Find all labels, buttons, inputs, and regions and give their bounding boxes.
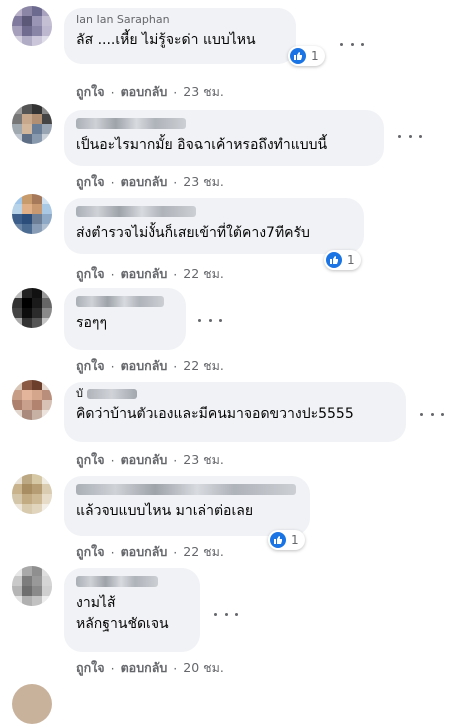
comment-actions: ถูกใจ · ตอบกลับ · 23 ชม. bbox=[76, 82, 224, 102]
like-thumb-icon bbox=[270, 532, 286, 548]
more-options-icon[interactable] bbox=[214, 606, 238, 622]
timestamp[interactable]: 22 ชม. bbox=[183, 356, 224, 376]
avatar[interactable] bbox=[12, 684, 52, 724]
timestamp[interactable]: 23 ชม. bbox=[183, 172, 224, 192]
reply-link[interactable]: ตอบกลับ bbox=[121, 542, 168, 562]
comment-text: คิดว่าบ้านตัวเองและมีคนมาจอดขวางปะ5555 bbox=[76, 406, 354, 422]
comment-actions: ถูกใจ · ตอบกลับ · 23 ชม. bbox=[76, 450, 224, 470]
commenter-name[interactable] bbox=[76, 576, 158, 587]
comment-bubble: เป็นอะไรมากมั้ย อิจฉาเค้าหรอถึงทำแบบนี้ bbox=[64, 110, 384, 166]
reply-link[interactable]: ตอบกลับ bbox=[121, 658, 168, 678]
comment-bubble: บั คิดว่าบ้านตัวเองและมีคนมาจอดขวางปะ555… bbox=[64, 382, 406, 442]
timestamp[interactable]: 22 ชม. bbox=[183, 264, 224, 284]
comment-text: ส่งตำรวจไม่งั้นก็เสยเข้าที่ใต้คาง7ทีครับ bbox=[76, 225, 310, 241]
comment-text: ลัส ....เหี้ย ไม่รู้จะด่า แบบไหน bbox=[76, 32, 256, 48]
comment-text: รอๆๆ bbox=[76, 315, 107, 331]
comment-actions: ถูกใจ · ตอบกลับ · 22 ชม. bbox=[76, 542, 224, 562]
like-link[interactable]: ถูกใจ bbox=[76, 356, 105, 376]
commenter-name[interactable] bbox=[76, 296, 164, 307]
avatar[interactable] bbox=[12, 194, 52, 234]
timestamp[interactable]: 22 ชม. bbox=[183, 542, 224, 562]
comment-bubble: Ian Ian Saraphan ลัส ....เหี้ย ไม่รู้จะด… bbox=[64, 8, 296, 64]
reply-link[interactable]: ตอบกลับ bbox=[121, 264, 168, 284]
more-options-icon[interactable] bbox=[340, 36, 364, 52]
comment-bubble: งามไส้ หลักฐานชัดเจน bbox=[64, 568, 200, 652]
reply-link[interactable]: ตอบกลับ bbox=[121, 450, 168, 470]
like-link[interactable]: ถูกใจ bbox=[76, 542, 105, 562]
like-link[interactable]: ถูกใจ bbox=[76, 450, 105, 470]
avatar[interactable] bbox=[12, 380, 52, 420]
comment-actions: ถูกใจ · ตอบกลับ · 22 ชม. bbox=[76, 264, 224, 284]
reply-link[interactable]: ตอบกลับ bbox=[121, 356, 168, 376]
avatar[interactable] bbox=[12, 566, 52, 606]
like-link[interactable]: ถูกใจ bbox=[76, 264, 105, 284]
comment-bubble: แล้วจบแบบไหน มาเล่าต่อเลย bbox=[64, 476, 310, 536]
comment-text: งามไส้ หลักฐานชัดเจน bbox=[76, 595, 169, 632]
like-link[interactable]: ถูกใจ bbox=[76, 658, 105, 678]
commenter-name[interactable] bbox=[76, 206, 196, 217]
more-options-icon[interactable] bbox=[198, 312, 222, 328]
comment-actions: ถูกใจ · ตอบกลับ · 23 ชม. bbox=[76, 172, 224, 192]
comment-bubble: รอๆๆ bbox=[64, 288, 186, 350]
timestamp[interactable]: 23 ชม. bbox=[183, 450, 224, 470]
commenter-name[interactable] bbox=[76, 118, 186, 129]
like-link[interactable]: ถูกใจ bbox=[76, 82, 105, 102]
like-link[interactable]: ถูกใจ bbox=[76, 172, 105, 192]
comment-actions: ถูกใจ · ตอบกลับ · 22 ชม. bbox=[76, 356, 224, 376]
commenter-name[interactable]: บั bbox=[76, 388, 394, 400]
comment-bubble: ส่งตำรวจไม่งั้นก็เสยเข้าที่ใต้คาง7ทีครับ bbox=[64, 198, 364, 254]
timestamp[interactable]: 20 ชม. bbox=[183, 658, 224, 678]
commenter-name[interactable]: Ian Ian Saraphan bbox=[76, 14, 284, 26]
comment-actions: ถูกใจ · ตอบกลับ · 20 ชม. bbox=[76, 658, 224, 678]
like-thumb-icon bbox=[326, 252, 342, 268]
reaction-count[interactable]: 1 bbox=[268, 530, 305, 550]
avatar[interactable] bbox=[12, 288, 52, 328]
timestamp[interactable]: 23 ชม. bbox=[183, 82, 224, 102]
reply-link[interactable]: ตอบกลับ bbox=[121, 172, 168, 192]
more-options-icon[interactable] bbox=[420, 406, 444, 422]
comment-text: เป็นอะไรมากมั้ย อิจฉาเค้าหรอถึงทำแบบนี้ bbox=[76, 137, 328, 153]
more-options-icon[interactable] bbox=[398, 128, 422, 144]
reaction-count[interactable]: 1 bbox=[288, 46, 325, 66]
like-thumb-icon bbox=[290, 48, 306, 64]
reaction-count[interactable]: 1 bbox=[324, 250, 361, 270]
reply-link[interactable]: ตอบกลับ bbox=[121, 82, 168, 102]
avatar[interactable] bbox=[12, 104, 52, 144]
avatar[interactable] bbox=[12, 474, 52, 514]
avatar[interactable] bbox=[12, 6, 52, 46]
comment-text: แล้วจบแบบไหน มาเล่าต่อเลย bbox=[76, 503, 254, 519]
commenter-name[interactable] bbox=[76, 484, 296, 495]
